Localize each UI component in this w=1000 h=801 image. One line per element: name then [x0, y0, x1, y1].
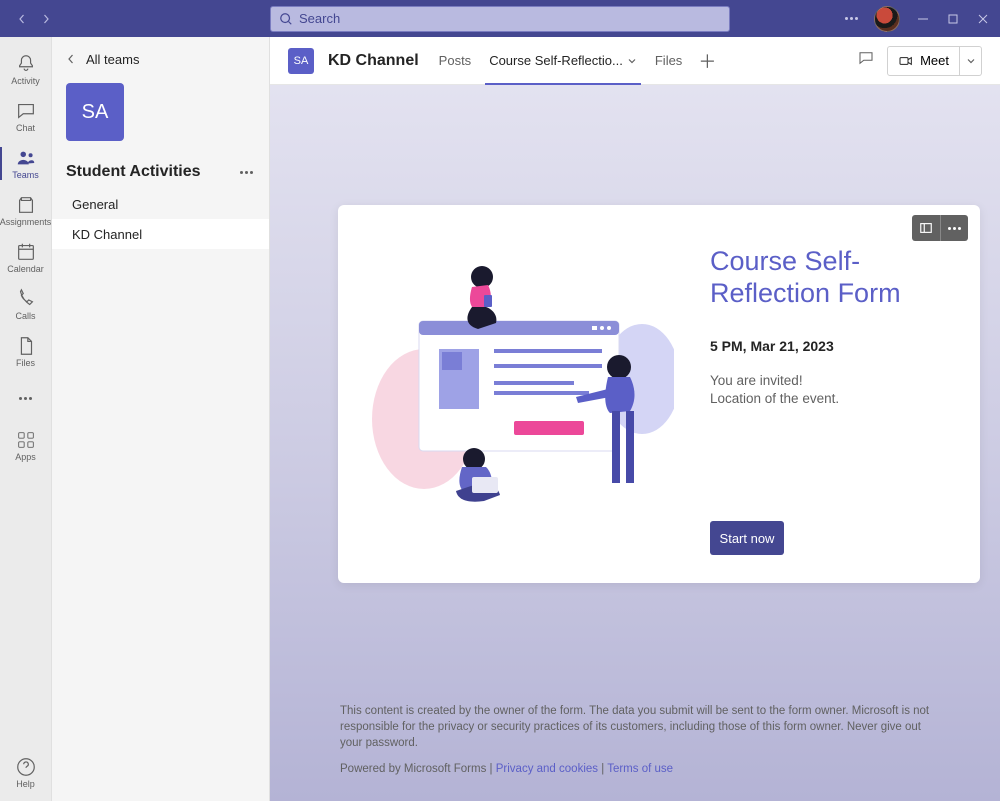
chevron-down-icon[interactable]	[627, 56, 637, 66]
calendar-icon	[15, 241, 37, 263]
rail-apps[interactable]: Apps	[0, 423, 52, 468]
teams-icon	[15, 147, 37, 169]
channel-general[interactable]: General	[52, 189, 269, 219]
rail-label: Chat	[16, 123, 35, 133]
channel-title: KD Channel	[328, 52, 419, 70]
chevron-left-icon	[66, 54, 76, 64]
form-invite-text: You are invited! Location of the event.	[710, 372, 956, 408]
rail-teams[interactable]: Teams	[0, 141, 52, 186]
all-teams-back[interactable]: All teams	[52, 37, 269, 81]
card-more-icon[interactable]	[940, 215, 968, 241]
chevron-down-icon	[966, 56, 976, 66]
team-more-icon[interactable]	[240, 171, 253, 174]
powered-by: Powered by Microsoft Forms	[340, 763, 486, 775]
team-tile[interactable]: SA	[66, 83, 124, 141]
rail-label: Assignments	[0, 217, 51, 227]
teams-sidebar: All teams SA Student Activities General …	[52, 37, 270, 801]
rail-assignments[interactable]: Assignments	[0, 188, 52, 233]
form-illustration	[338, 205, 700, 583]
assignments-icon	[15, 194, 37, 216]
rail-help[interactable]: Help	[0, 750, 52, 795]
rail-chat[interactable]: Chat	[0, 94, 52, 139]
maximize-icon[interactable]	[946, 12, 960, 26]
team-name: Student Activities	[66, 163, 201, 181]
phone-icon	[15, 288, 37, 310]
rail-label: Calendar	[7, 264, 44, 274]
start-now-button[interactable]: Start now	[710, 521, 784, 555]
rail-more[interactable]	[0, 376, 52, 421]
rail-label: Teams	[12, 170, 39, 180]
form-title: Course Self-Reflection Form	[710, 245, 956, 310]
more-icon[interactable]	[845, 17, 858, 20]
close-icon[interactable]	[976, 12, 990, 26]
channel-tile: SA	[288, 48, 314, 74]
terms-link[interactable]: Terms of use	[607, 763, 673, 775]
card-toolbar	[912, 215, 968, 241]
tab-course-self-reflection[interactable]: Course Self-Reflectio...	[487, 37, 639, 85]
meet-label: Meet	[920, 53, 949, 68]
rail-label: Calls	[15, 311, 35, 321]
files-icon	[15, 335, 37, 357]
nav-forward-icon[interactable]	[38, 11, 54, 27]
search-input[interactable]	[299, 11, 721, 26]
tab-files[interactable]: Files	[653, 37, 684, 85]
tab-label: Course Self-Reflectio...	[489, 53, 623, 68]
more-icon	[19, 397, 32, 400]
bell-icon	[15, 53, 37, 75]
conversation-icon[interactable]	[857, 49, 875, 72]
minimize-icon[interactable]	[916, 12, 930, 26]
form-date: 5 PM, Mar 21, 2023	[710, 338, 956, 354]
search-icon	[279, 12, 293, 26]
privacy-link[interactable]: Privacy and cookies	[496, 763, 598, 775]
form-card: Course Self-Reflection Form 5 PM, Mar 21…	[338, 205, 980, 583]
video-icon	[898, 53, 914, 69]
rail-activity[interactable]: Activity	[0, 47, 52, 92]
expand-icon[interactable]	[912, 215, 940, 241]
rail-label: Apps	[15, 452, 36, 462]
rail-label: Help	[16, 779, 35, 789]
meet-dropdown[interactable]	[960, 46, 982, 76]
search-box[interactable]	[270, 6, 730, 32]
channel-kd[interactable]: KD Channel	[52, 219, 269, 249]
channel-header: SA KD Channel Posts Course Self-Reflecti…	[270, 37, 1000, 85]
rail-files[interactable]: Files	[0, 329, 52, 374]
nav-back-icon[interactable]	[14, 11, 30, 27]
app-rail: Activity Chat Teams Assignments Calendar…	[0, 37, 52, 801]
forms-footer: This content is created by the owner of …	[270, 689, 1000, 801]
rail-calls[interactable]: Calls	[0, 282, 52, 327]
meet-button[interactable]: Meet	[887, 46, 960, 76]
rail-calendar[interactable]: Calendar	[0, 235, 52, 280]
rail-label: Activity	[11, 76, 40, 86]
tab-posts[interactable]: Posts	[437, 37, 474, 85]
avatar[interactable]	[874, 6, 900, 32]
help-icon	[15, 756, 37, 778]
title-bar	[0, 0, 1000, 37]
tab-content: Course Self-Reflection Form 5 PM, Mar 21…	[270, 85, 1000, 801]
add-tab-button[interactable]: ＋	[698, 48, 716, 74]
disclaimer-text: This content is created by the owner of …	[340, 703, 930, 751]
rail-label: Files	[16, 358, 35, 368]
chat-icon	[15, 100, 37, 122]
apps-icon	[15, 429, 37, 451]
all-teams-label: All teams	[86, 52, 139, 67]
